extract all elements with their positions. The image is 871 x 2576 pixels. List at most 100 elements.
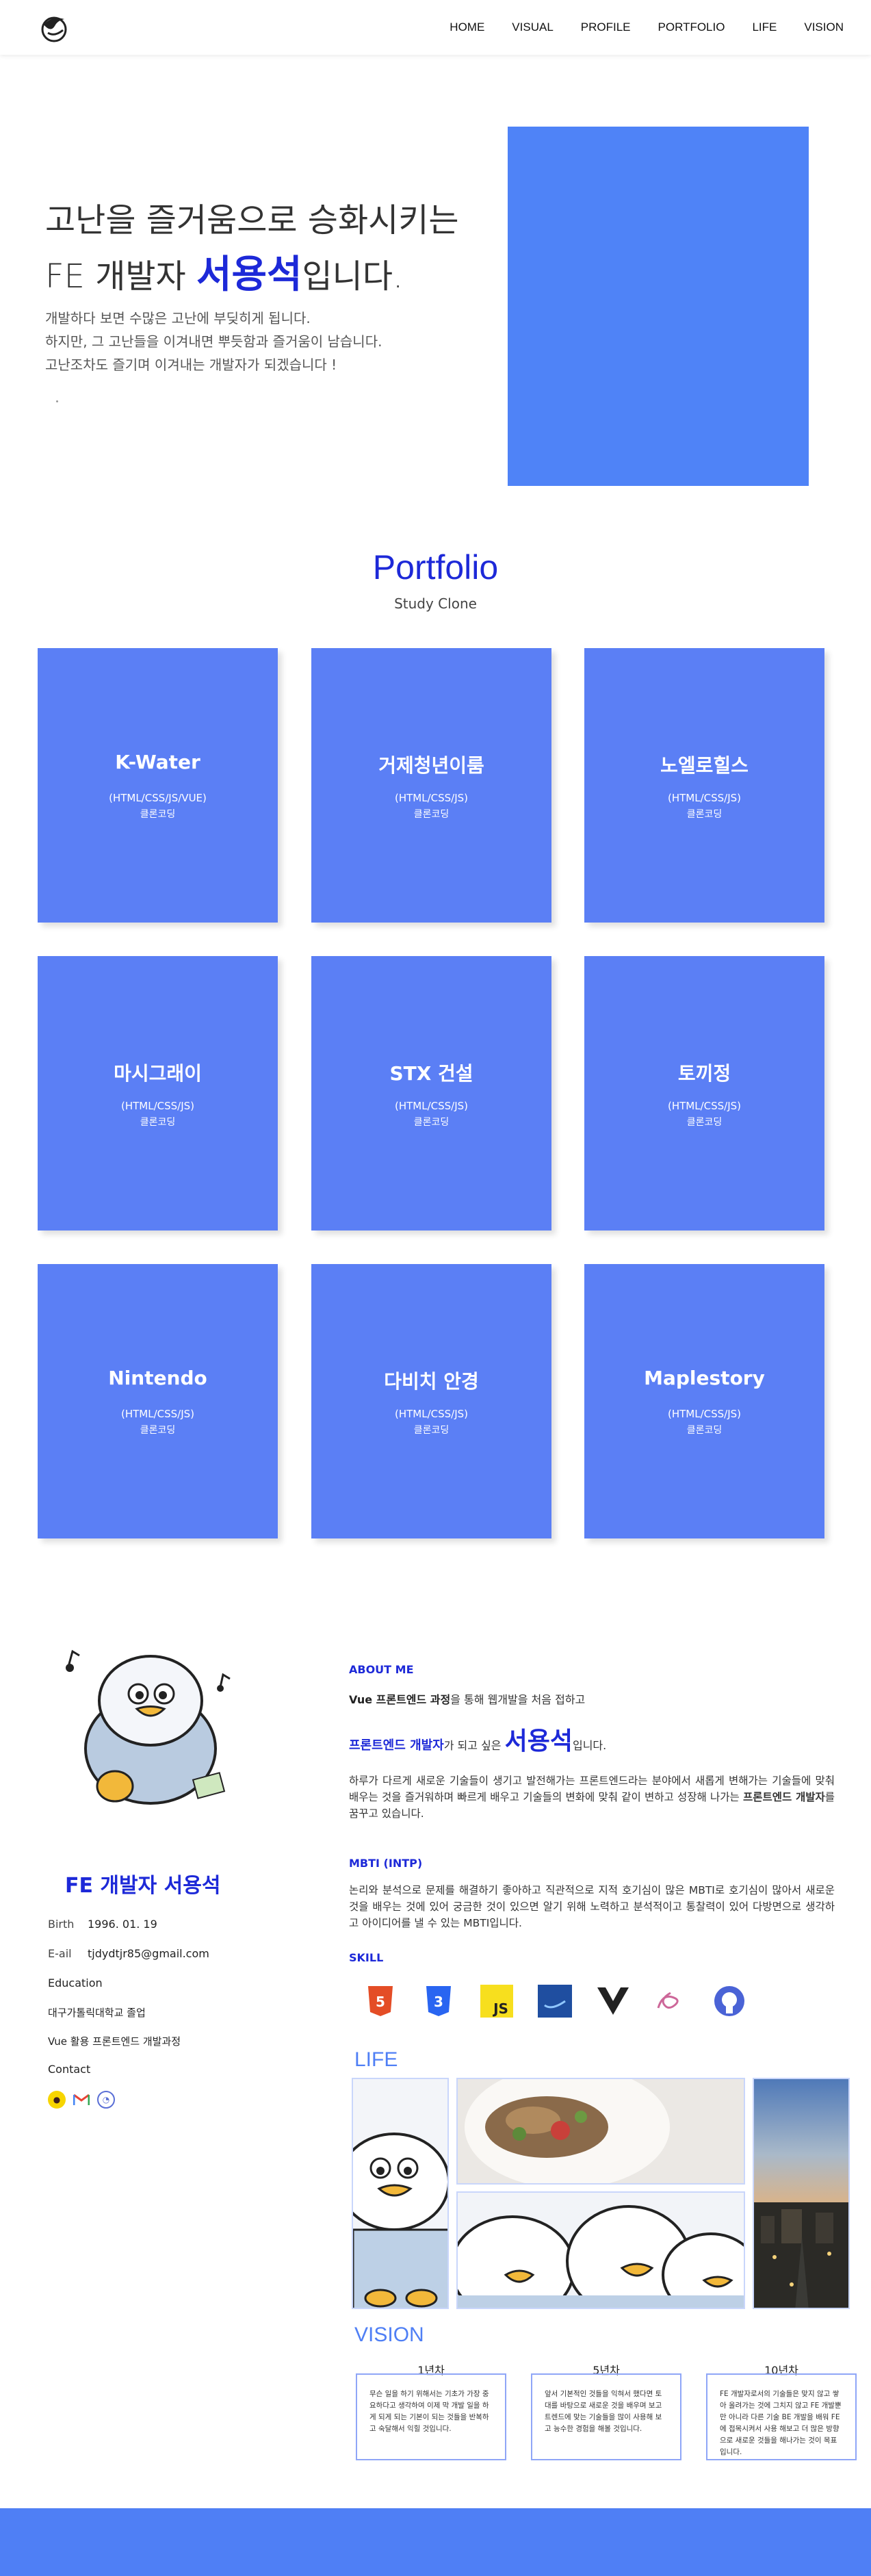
birth-label: Birth — [48, 1918, 75, 1931]
gmail-icon[interactable] — [73, 2091, 90, 2109]
skill-icons: 5 3 JS — [363, 1983, 747, 2019]
hero-title-line1: 고난을 즐거움으로 승화시키는 — [45, 201, 459, 240]
card-note: 클론코딩 — [686, 809, 723, 820]
hero-title-line2: FE 개발자 서용석입니다. — [45, 248, 459, 304]
mbti-paragraph: 논리와 분석으로 문제를 해결하기 좋아하고 직관적으로 지적 호기심이 많은 … — [349, 1884, 835, 1929]
card-stack: (HTML/CSS/JS) — [394, 1100, 468, 1112]
profile-birth: Birth 1996. 01. 19 — [48, 1918, 157, 1931]
portfolio-card[interactable]: Maplestory (HTML/CSS/JS) 클론코딩 — [584, 1264, 824, 1538]
portfolio-card[interactable]: Nintendo (HTML/CSS/JS) 클론코딩 — [38, 1264, 278, 1538]
vision-heading: VISION — [354, 2323, 424, 2346]
card-title: Nintendo — [108, 1367, 207, 1389]
contact-icons: ● ◔ — [48, 2091, 115, 2109]
portfolio-card[interactable]: 노엘로힐스 (HTML/CSS/JS) 클론코딩 — [584, 648, 824, 923]
card-title: Maplestory — [644, 1367, 765, 1389]
card-stack: (HTML/CSS/JS/VUE) — [109, 792, 207, 804]
card-stack: (HTML/CSS/JS) — [394, 1408, 468, 1420]
site-header: HOME VISUAL PROFILE PORTFOLIO LIFE VISIO… — [0, 0, 871, 55]
about-para-b: 프론트엔드 개발자 — [742, 1791, 825, 1803]
about-line2-name: 서용석 — [504, 1727, 573, 1755]
hero-title-prefix: FE 개발자 — [45, 257, 196, 296]
life-photo-city — [753, 2078, 850, 2309]
github-icon — [712, 1983, 747, 2019]
card-title: K-Water — [115, 751, 200, 773]
svg-text:5: 5 — [376, 1994, 385, 2010]
nav-portfolio[interactable]: PORTFOLIO — [658, 21, 725, 34]
hero-title-suffix: 입니다. — [302, 257, 404, 296]
life-photo-duck — [352, 2078, 449, 2309]
about-line2: 프론트엔드 개발자가 되고 싶은 서용석입니다. — [349, 1721, 606, 1757]
birth-value: 1996. 01. 19 — [88, 1918, 157, 1931]
portfolio-card[interactable]: 다비치 안경 (HTML/CSS/JS) 클론코딩 — [311, 1264, 551, 1538]
svg-text:JS: JS — [492, 2000, 508, 2017]
vision-box: FE 개발자로서의 기술들은 맞지 않고 쌓아 올려가는 것에 그치지 않고 F… — [706, 2373, 857, 2460]
card-note: 클론코딩 — [140, 809, 176, 820]
about-line2-end: 입니다. — [572, 1739, 607, 1752]
life-photo-ducks — [456, 2191, 745, 2309]
email-label: E-ail — [48, 1947, 72, 1960]
kakaotalk-icon[interactable]: ● — [48, 2091, 66, 2109]
vision-box: 무슨 일을 하기 위해서는 기초가 가장 중요하다고 생각하여 이제 막 개발 … — [356, 2373, 506, 2460]
html5-icon: 5 — [363, 1983, 398, 2019]
jquery-icon — [537, 1983, 573, 2019]
about-line2-mid: 가 되고 싶은 — [443, 1739, 505, 1752]
card-note: 클론코딩 — [413, 1425, 450, 1436]
site-footer — [0, 2508, 871, 2576]
hero-title: 고난을 즐거움으로 승화시키는 FE 개발자 서용석입니다. — [45, 193, 459, 304]
javascript-icon: JS — [479, 1983, 515, 2019]
nav-visual[interactable]: VISUAL — [512, 21, 553, 34]
card-note: 클론코딩 — [413, 809, 450, 820]
portfolio-card[interactable]: STX 건설 (HTML/CSS/JS) 클론코딩 — [311, 956, 551, 1231]
card-stack: (HTML/CSS/JS) — [394, 792, 468, 804]
email-value[interactable]: tjdydtjr85@gmail.com — [88, 1947, 209, 1960]
card-stack: (HTML/CSS/JS) — [120, 1408, 194, 1420]
about-heading: ABOUT ME — [349, 1663, 414, 1676]
about-line1: Vue 프론트엔드 과정을 통해 웹개발을 처음 접하고 — [349, 1690, 585, 1707]
hero-dot — [56, 400, 58, 402]
card-title: 토끼정 — [677, 1062, 731, 1085]
card-stack: (HTML/CSS/JS) — [667, 792, 741, 804]
card-note: 클론코딩 — [140, 1117, 176, 1128]
skill-heading: SKILL — [349, 1951, 384, 1964]
vue-icon — [595, 1983, 631, 2019]
card-note: 클론코딩 — [686, 1425, 723, 1436]
nav-home[interactable]: HOME — [450, 21, 484, 34]
life-heading: LIFE — [354, 2048, 398, 2071]
education-item: Vue 활용 프론트엔드 개발과정 — [48, 2035, 181, 2048]
duck-avatar-image — [66, 1649, 231, 1805]
bird-logo-icon[interactable] — [38, 12, 70, 44]
portfolio-card[interactable]: 마시그래이 (HTML/CSS/JS) 클론코딩 — [38, 956, 278, 1231]
profile-email: E-ail tjdydtjr85@gmail.com — [48, 1947, 209, 1960]
nav-life[interactable]: LIFE — [752, 21, 777, 34]
card-stack: (HTML/CSS/JS) — [667, 1408, 741, 1420]
hero-name: 서용석 — [196, 253, 302, 297]
vision-box: 앞서 기본적인 것들을 익혀서 했다면 토대를 바탕으로 새로운 것을 배우며 … — [531, 2373, 681, 2460]
nav-profile[interactable]: PROFILE — [581, 21, 631, 34]
about-line1-rest: 을 통해 웹개발을 처음 접하고 — [450, 1693, 586, 1706]
main-nav: HOME VISUAL PROFILE PORTFOLIO LIFE VISIO… — [422, 21, 844, 34]
education-label: Education — [48, 1976, 103, 1989]
portfolio-card[interactable]: 토끼정 (HTML/CSS/JS) 클론코딩 — [584, 956, 824, 1231]
about-line2-bold: 프론트엔드 개발자 — [349, 1738, 444, 1753]
portfolio-card[interactable]: 거제청년이룸 (HTML/CSS/JS) 클론코딩 — [311, 648, 551, 923]
portfolio-card[interactable]: K-Water (HTML/CSS/JS/VUE) 클론코딩 — [38, 648, 278, 923]
hero-desc-line: 하지만, 그 고난들을 이겨내면 뿌듯함과 즐거움이 남습니다. — [45, 333, 382, 350]
card-note: 클론코딩 — [686, 1117, 723, 1128]
card-title: 다비치 안경 — [384, 1370, 479, 1393]
life-photo-food — [456, 2078, 745, 2185]
card-title: 거제청년이룸 — [378, 754, 484, 777]
svg-text:3: 3 — [434, 1994, 443, 2010]
sass-icon — [653, 1983, 689, 2019]
hero-visual-box — [508, 127, 809, 486]
education-item: 대구가톨릭대학교 졸업 — [48, 2007, 146, 2019]
profile-name: FE 개발자 서용석 — [65, 1874, 221, 1898]
hero-desc-line: 개발하다 보면 수많은 고난에 부딪히게 됩니다. — [45, 310, 311, 326]
github-icon[interactable]: ◔ — [97, 2091, 115, 2109]
portfolio-subtitle: Study Clone — [394, 595, 477, 612]
mbti-heading: MBTI (INTP) — [349, 1857, 423, 1870]
card-title: STX 건설 — [389, 1062, 473, 1085]
nav-vision[interactable]: VISION — [804, 21, 844, 34]
hero-description: 개발하다 보면 수많은 고난에 부딪히게 됩니다. 하지만, 그 고난들을 이겨… — [45, 307, 382, 376]
card-stack: (HTML/CSS/JS) — [120, 1100, 194, 1112]
about-paragraph: 하루가 다르게 새로운 기술들이 생기고 발전해가는 프론트엔드라는 분야에서 … — [349, 1773, 835, 1822]
